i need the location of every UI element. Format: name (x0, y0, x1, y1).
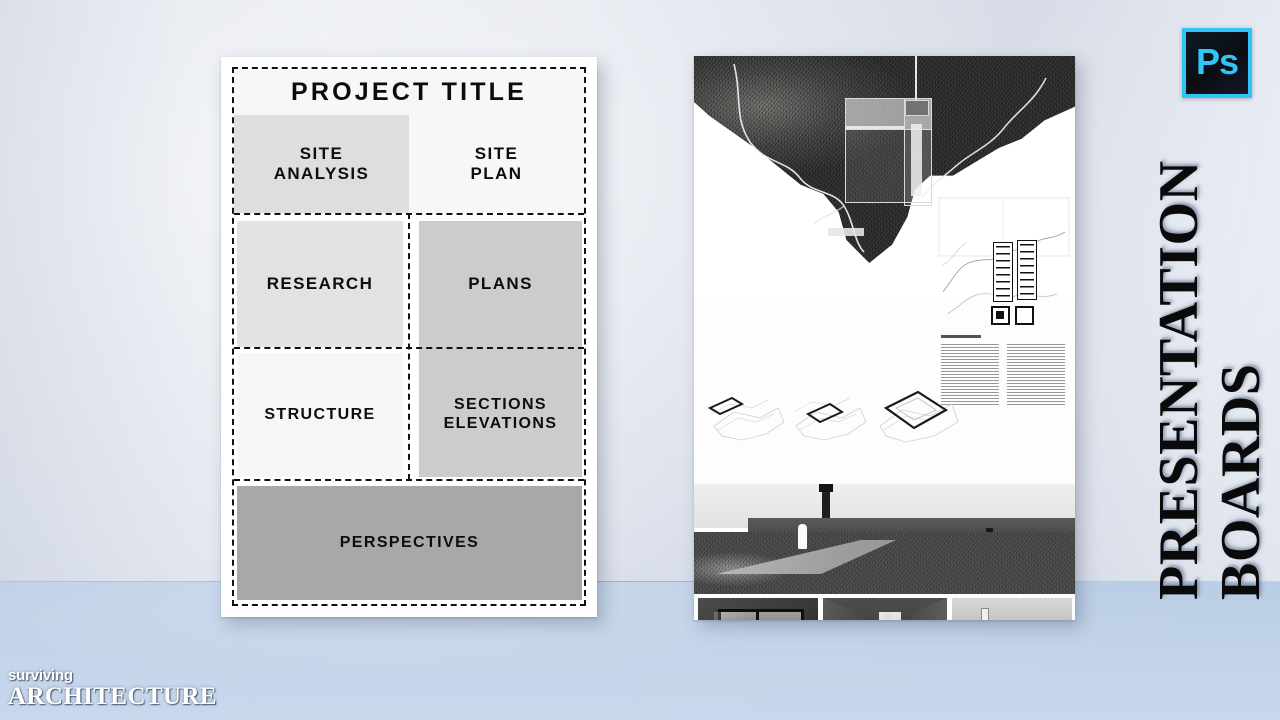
masterplan-core (911, 124, 922, 196)
photoshop-icon-label: Ps (1195, 41, 1239, 82)
thumb-corridor-lighthouse (885, 614, 891, 620)
masterplan-south-annex (828, 228, 864, 236)
board-dashed-border (232, 67, 586, 606)
watermark-line-1: surviving (8, 667, 73, 684)
axonometric-diagram-2 (790, 392, 872, 450)
thumb-interior-lightbeam (714, 612, 744, 620)
channel-watermark: surviving ARCHITECTURE (8, 668, 217, 709)
photoshop-icon-inner: Ps (1186, 32, 1248, 94)
board-example-surface (694, 56, 1075, 620)
thumb-exterior-lighthouse (981, 608, 989, 620)
render-thumb-interior (698, 598, 818, 620)
text-block-heading (941, 335, 981, 338)
typology-strip-right (1017, 240, 1037, 300)
screenshot-canvas: PROJECT TITLE SITE ANALYSIS SITE PLAN RE… (0, 0, 1280, 720)
typology-key-a (991, 306, 1010, 325)
axonometric-diagram-1 (707, 392, 790, 450)
typology-strip-left (993, 242, 1013, 302)
lighthouse-lantern (819, 484, 833, 492)
typology-key-b (1015, 306, 1034, 325)
render-thumb-exterior (952, 598, 1072, 620)
axonometric-diagram-3 (872, 386, 964, 454)
photoshop-app-icon[interactable]: Ps (1182, 28, 1252, 98)
thumb-interior-mullion (756, 609, 759, 620)
masterplan-block-small (905, 100, 929, 116)
masterplan-entry-road (915, 56, 917, 100)
analysis-inset-diagram (937, 196, 1071, 325)
board-example-photo[interactable] (694, 56, 1075, 620)
render-landscape-main (694, 484, 1075, 594)
watermark-line-2: ARCHITECTURE (8, 683, 217, 710)
thumb-corridor-wall-right (895, 598, 947, 620)
render-thumb-corridor (823, 598, 947, 620)
board-layout-diagram[interactable]: PROJECT TITLE SITE ANALYSIS SITE PLAN RE… (221, 57, 597, 617)
render-human-figure (798, 524, 807, 549)
text-column-right (1007, 344, 1065, 406)
masterplan-axis (845, 126, 905, 129)
thumb-corridor-wall-left (823, 598, 885, 620)
thumb-exterior-sky (952, 598, 1072, 620)
